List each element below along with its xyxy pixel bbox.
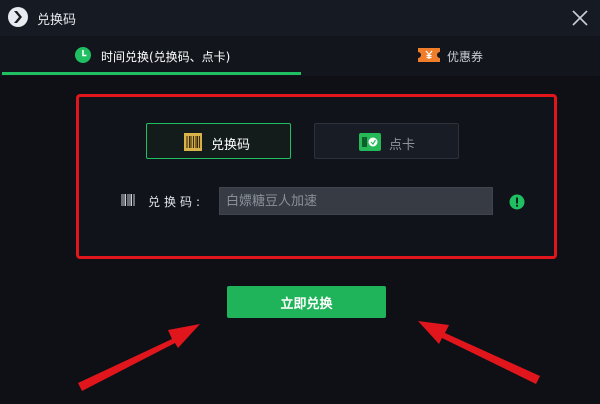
redeem-code-field-label: 兑换码: [148, 195, 205, 209]
annotation-arrow-right [418, 321, 540, 384]
app-logo-icon [8, 7, 28, 27]
redeem-panel [76, 94, 557, 259]
window-title: 兑换码 [37, 13, 77, 28]
close-button[interactable] [570, 8, 590, 28]
tab-time-exchange-label: 时间兑换(兑换码、点卡) [101, 50, 231, 64]
active-tab-indicator [2, 72, 301, 75]
mode-point-card-button[interactable]: 点卡 [314, 123, 459, 159]
tab-time-exchange[interactable]: 时间兑换(兑换码、点卡) [0, 36, 301, 76]
annotation-arrow-left [78, 324, 200, 391]
ticket-icon [418, 48, 440, 62]
tab-bar: 时间兑换(兑换码、点卡) 优惠券 [0, 36, 600, 76]
title-bar: 兑换码 [0, 0, 600, 36]
mode-point-card-label: 点卡 [389, 138, 416, 153]
card-icon [359, 133, 381, 151]
barcode-icon [184, 133, 202, 151]
info-icon[interactable] [509, 194, 525, 210]
tab-coupon[interactable]: 优惠券 [301, 36, 600, 76]
close-icon [572, 10, 588, 26]
mode-redeem-code-label: 兑换码 [211, 138, 251, 153]
redeem-code-input[interactable] [219, 187, 493, 215]
tab-coupon-label: 优惠券 [447, 50, 484, 64]
mode-redeem-code-button[interactable]: 兑换码 [146, 123, 291, 159]
redeem-now-button[interactable]: 立即兑换 [227, 286, 386, 318]
clock-icon [75, 47, 91, 63]
barcode-small-icon [121, 194, 135, 206]
